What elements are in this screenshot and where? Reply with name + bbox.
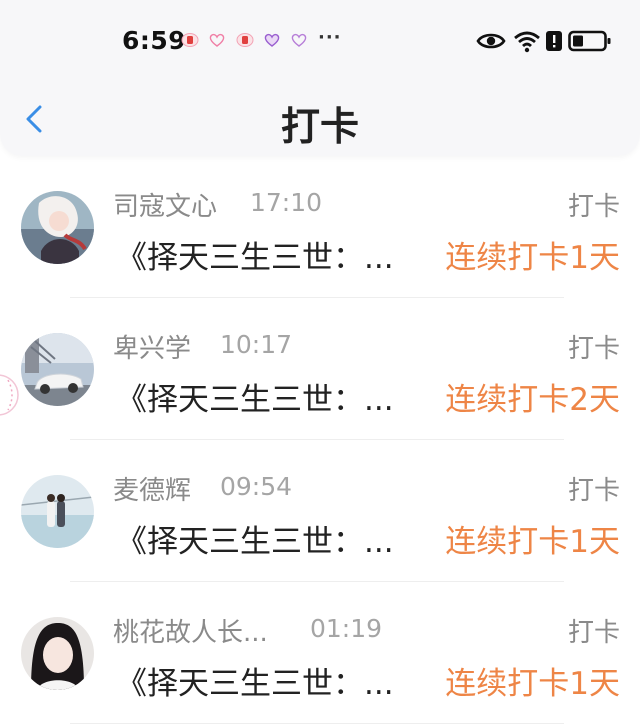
checkin-action[interactable]: 打卡 — [568, 470, 620, 507]
user-name: 麦德辉 — [113, 476, 192, 506]
floating-edge-widget[interactable] — [0, 370, 20, 420]
user-name: 桃花故人长... — [113, 618, 268, 648]
book-title: 《择天三生三世：... — [116, 666, 394, 702]
notif-red-badge-icon — [181, 33, 199, 47]
notif-red-badge-icon-2 — [236, 33, 254, 47]
wifi-icon — [514, 31, 540, 53]
book-title: 《择天三生三世：... — [116, 240, 394, 276]
list-item[interactable]: 麦德辉 09:54 打卡 《择天三生三世：... 连续打卡1天 — [0, 440, 640, 582]
checkin-action[interactable]: 打卡 — [568, 186, 620, 223]
post-time: 01:19 — [310, 614, 383, 643]
book-title: 《择天三生三世：... — [116, 382, 394, 418]
streak-label: 连续打卡1天 — [445, 666, 620, 702]
streak-label: 连续打卡1天 — [445, 524, 620, 560]
notif-heart-icon — [209, 33, 225, 47]
alert-icon — [546, 31, 562, 51]
checkin-action[interactable]: 打卡 — [568, 612, 620, 649]
list-item[interactable]: 卑兴学 10:17 打卡 《择天三生三世：... 连续打卡2天 — [0, 298, 640, 440]
post-time: 09:54 — [220, 472, 293, 501]
page-title: 打卡 — [280, 105, 359, 150]
post-time: 17:10 — [250, 188, 323, 217]
post-time: 10:17 — [220, 330, 293, 359]
streak-label: 连续打卡2天 — [445, 382, 620, 418]
checkin-action[interactable]: 打卡 — [568, 328, 620, 365]
status-time: 6:59 — [122, 26, 187, 55]
list-item[interactable]: 司寇文心 17:10 打卡 《择天三生三世：... 连续打卡1天 — [0, 156, 640, 298]
more-notifications: ··· — [318, 27, 342, 48]
list-item[interactable]: 桃花故人长... 01:19 打卡 《择天三生三世：... 连续打卡1天 — [0, 582, 640, 724]
user-name: 司寇文心 — [113, 192, 218, 222]
eye-icon — [476, 33, 506, 49]
avatar[interactable] — [21, 191, 94, 264]
status-bar: 6:59 ··· — [0, 0, 640, 84]
user-name: 卑兴学 — [113, 334, 192, 364]
notif-heart-icon-2 — [291, 33, 307, 47]
header-panel: 6:59 ··· 打卡 — [0, 0, 640, 156]
battery-icon — [568, 30, 611, 52]
notif-purple-heart-icon — [264, 33, 280, 47]
book-title: 《择天三生三世：... — [116, 524, 394, 560]
checkin-list: 司寇文心 17:10 打卡 《择天三生三世：... 连续打卡1天 卑兴学 10:… — [0, 156, 640, 724]
avatar[interactable] — [21, 475, 94, 548]
streak-label: 连续打卡1天 — [445, 240, 620, 276]
avatar[interactable] — [21, 333, 94, 406]
nav-bar: 打卡 — [0, 84, 640, 156]
avatar[interactable] — [21, 617, 94, 690]
divider — [70, 723, 564, 724]
